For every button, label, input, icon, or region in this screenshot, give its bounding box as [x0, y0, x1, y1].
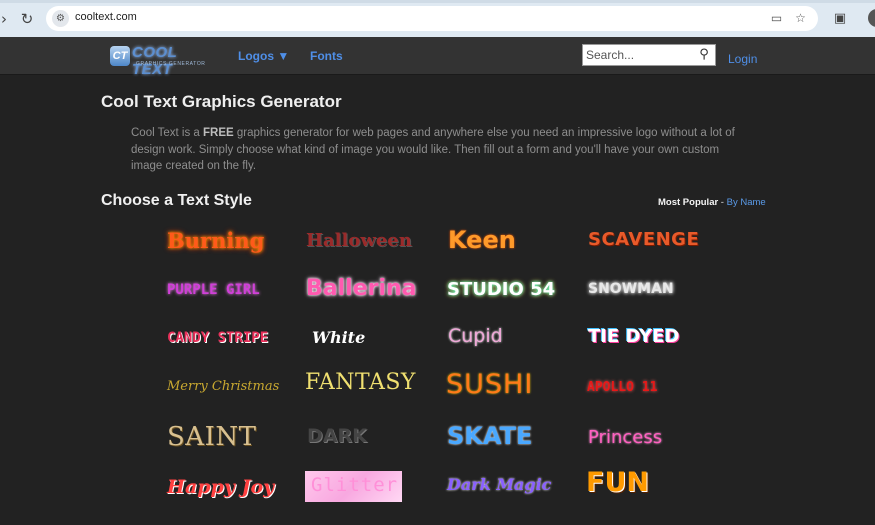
login-link[interactable]: Login	[728, 52, 757, 66]
search-icon[interactable]: ⚲	[696, 46, 712, 64]
style-candy-stripe[interactable]: CANDY STRIPE	[167, 331, 268, 345]
extensions-puzzle-icon[interactable]: ▣	[830, 9, 850, 29]
site-logo[interactable]: CT COOL TEXT GRAPHICS GENERATOR	[108, 43, 214, 78]
sort-separator: -	[718, 197, 727, 208]
address-bar[interactable]: ⚙ cooltext.com ▭ ☆	[46, 6, 818, 31]
nav-fonts-link[interactable]: Fonts	[310, 49, 343, 63]
bookmark-star-icon[interactable]: ☆	[792, 10, 809, 27]
site-header: CT COOL TEXT GRAPHICS GENERATOR Logos ▼ …	[0, 37, 875, 78]
search-input[interactable]	[586, 47, 694, 63]
search-form: ⚲	[582, 44, 716, 66]
page-title: Cool Text Graphics Generator	[101, 92, 342, 111]
browser-toolbar: › ↻ ⚙ cooltext.com ▭ ☆ ▣	[0, 0, 875, 37]
back-arrow-icon[interactable]: ›	[0, 9, 14, 29]
sort-by-name-link[interactable]: By Name	[727, 197, 766, 208]
logo-subtitle: GRAPHICS GENERATOR	[136, 61, 206, 67]
style-purple-girl[interactable]: PURPLE GIRL	[167, 283, 260, 297]
style-burning[interactable]: Burning	[167, 230, 264, 251]
reload-icon[interactable]: ↻	[17, 9, 37, 29]
intro-prefix: Cool Text is a	[131, 127, 204, 139]
sort-options: Most Popular - By Name	[658, 197, 766, 208]
profile-avatar[interactable]	[868, 9, 875, 27]
style-snowman[interactable]: SNOWMAN	[588, 282, 674, 296]
style-happy-joy[interactable]: Happy Joy	[167, 478, 274, 497]
sort-most-popular: Most Popular	[658, 197, 719, 208]
style-scavenge[interactable]: SCAVENGE	[588, 231, 699, 249]
style-sushi[interactable]: SUSHI	[446, 371, 533, 398]
style-tie-dyed[interactable]: TIE DYED	[588, 328, 679, 346]
style-fantasy[interactable]: FANTASY	[305, 372, 416, 394]
style-glitter[interactable]: Glitter	[305, 471, 402, 502]
style-cupid[interactable]: Cupid	[448, 327, 503, 346]
section-title: Choose a Text Style	[101, 192, 252, 209]
style-apollo-11[interactable]: APOLLO 11	[587, 381, 657, 394]
style-merry-christmas[interactable]: Merry Christmas	[167, 380, 279, 393]
style-fun[interactable]: FUN	[586, 469, 649, 496]
site-info-icon[interactable]: ⚙	[52, 10, 69, 27]
style-skate[interactable]: SKATE	[447, 424, 532, 448]
url-text[interactable]: cooltext.com	[75, 11, 137, 23]
style-dark[interactable]: DARK	[307, 427, 367, 446]
nav-logos-menu[interactable]: Logos ▼	[238, 49, 289, 63]
style-halloween[interactable]: Halloween	[306, 232, 412, 250]
cast-icon[interactable]: ▭	[768, 10, 785, 27]
style-keen[interactable]: Keen	[448, 228, 516, 252]
logo-badge: CT	[110, 46, 130, 66]
style-saint[interactable]: SAINT	[167, 424, 256, 450]
intro-paragraph: Cool Text is a FREE graphics generator f…	[131, 125, 736, 175]
style-dark-magic[interactable]: Dark Magic	[447, 477, 551, 493]
tab-strip-edge	[0, 0, 875, 3]
style-ballerina[interactable]: Ballerina	[306, 278, 417, 300]
style-white[interactable]: White	[312, 330, 365, 346]
style-princess[interactable]: Princess	[588, 429, 662, 447]
intro-free: FREE	[203, 127, 234, 139]
style-studio-54[interactable]: STUDIO 54	[447, 281, 555, 299]
